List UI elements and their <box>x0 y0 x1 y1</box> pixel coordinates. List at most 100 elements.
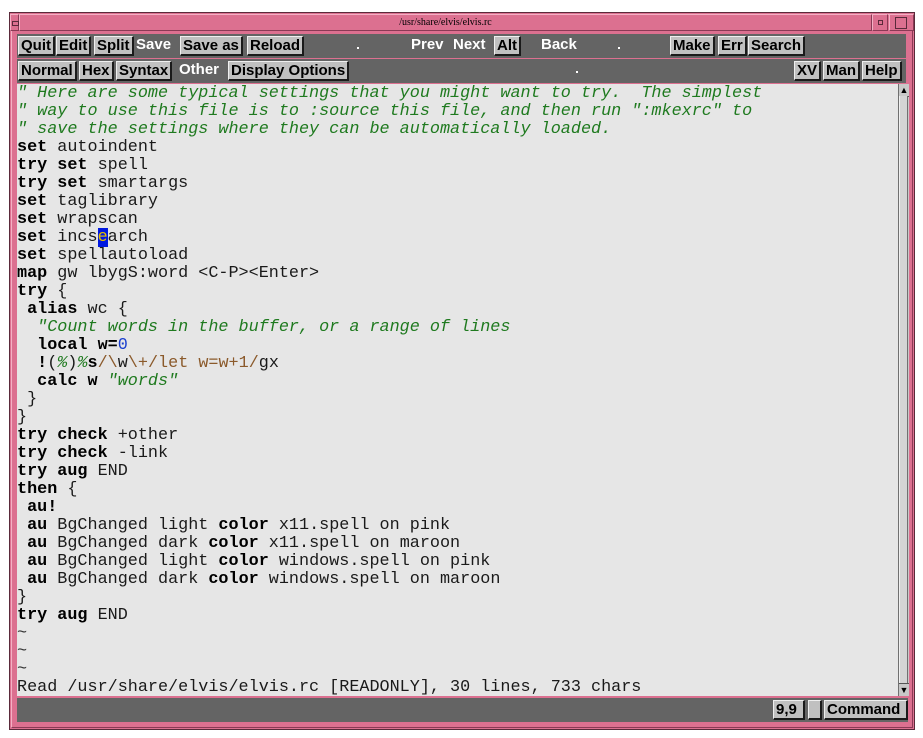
code-token: ) <box>67 354 78 373</box>
code-line: "Count words in the buffer, or a range o… <box>17 319 510 337</box>
split-button[interactable]: Split <box>94 36 134 56</box>
code-token: x11.spell on maroon <box>258 534 461 553</box>
code-token: BgChanged light <box>47 552 219 571</box>
code-line: local w=0 <box>17 337 128 355</box>
code-token: "words" <box>107 372 179 391</box>
code-line: set incsearch <box>17 228 148 247</box>
code-token: ~ <box>17 660 28 679</box>
code-line: set autoindent <box>17 139 158 157</box>
code-token: } <box>17 390 38 409</box>
help-button[interactable]: Help <box>862 61 902 81</box>
code-line: " Here are some typical settings that yo… <box>17 85 762 103</box>
code-line: au BgChanged dark color windows.spell on… <box>17 571 500 589</box>
xv-button[interactable]: XV <box>794 61 822 81</box>
code-token: % <box>77 354 88 373</box>
code-token: BgChanged light <box>47 516 219 535</box>
code-token: " way to use this file is to :source thi… <box>17 102 753 121</box>
code-line: } <box>17 409 27 427</box>
code-token: then <box>17 480 58 499</box>
code-line: try set smartargs <box>17 175 188 193</box>
code-token: \+/let w=w+1/ <box>127 354 259 373</box>
alt-button[interactable]: Alt <box>494 36 521 56</box>
code-token: wc { <box>77 300 128 319</box>
code-token: au <box>17 570 48 589</box>
code-token: color <box>208 570 259 589</box>
code-token: try check <box>17 426 108 445</box>
back-button[interactable]: Back <box>539 36 579 56</box>
reload-button[interactable]: Reload <box>247 36 305 56</box>
code-line: !(%)%s/\w\+/let w=w+1/gx <box>17 355 279 373</box>
code-line: calc w "words" <box>17 373 178 391</box>
edit-button[interactable]: Edit <box>56 36 92 56</box>
code-token: /\ <box>97 354 118 373</box>
code-line: } <box>17 391 37 409</box>
code-token: local w= <box>17 336 118 355</box>
code-token: windows.spell on maroon <box>258 570 501 589</box>
window-titlebar[interactable]: /usr/share/elvis/elvis.rc <box>19 14 872 31</box>
code-token: BgChanged dark <box>47 570 209 589</box>
code-token: map <box>17 264 48 283</box>
maximize-button[interactable] <box>889 14 914 31</box>
syntax-button[interactable]: Syntax <box>116 61 173 81</box>
display-options-button[interactable]: Display Options <box>228 61 350 81</box>
separator-dot <box>576 71 578 73</box>
code-token: ( <box>47 354 58 373</box>
code-line: try aug END <box>17 463 128 481</box>
code-token: calc w <box>17 372 108 391</box>
code-token: color <box>218 552 269 571</box>
code-token: +other <box>107 426 179 445</box>
save-as-button[interactable]: Save as <box>180 36 243 56</box>
code-token: arch <box>107 228 148 247</box>
normal-button[interactable]: Normal <box>18 61 77 81</box>
prev-button[interactable]: Prev <box>409 36 446 56</box>
window-menu-button[interactable] <box>10 14 19 31</box>
text-editor-area[interactable]: " Here are some typical settings that yo… <box>17 84 898 696</box>
err-button[interactable]: Err <box>718 36 747 56</box>
code-token: color <box>208 534 259 553</box>
vertical-scrollbar[interactable]: ▲ ▼ <box>898 84 909 696</box>
code-token: gx <box>258 354 279 373</box>
search-button[interactable]: Search <box>748 36 806 56</box>
scrollbar-thumb[interactable] <box>899 96 908 684</box>
code-line: } <box>17 589 27 607</box>
code-token: "Count words in the buffer, or a range o… <box>17 318 511 337</box>
mode-label: Command <box>824 700 908 720</box>
window-menu-icon <box>12 21 19 26</box>
quit-button[interactable]: Quit <box>18 36 55 56</box>
code-line: ~ <box>17 625 27 643</box>
code-token: } <box>17 588 28 607</box>
toolbar-main: Quit Edit Split Save Save as Reload Prev… <box>17 34 906 58</box>
code-token: set <box>17 228 48 247</box>
code-token: " Here are some typical settings that yo… <box>17 84 763 103</box>
man-button[interactable]: Man <box>823 61 860 81</box>
code-token: set <box>17 192 48 211</box>
code-line: try set spell <box>17 157 148 175</box>
code-line: " save the settings where they can be au… <box>17 121 611 139</box>
code-token: taglibrary <box>47 192 158 211</box>
minimize-button[interactable] <box>872 14 888 31</box>
code-token: set <box>17 210 48 229</box>
code-token: set <box>17 246 48 265</box>
code-token: try aug <box>17 462 88 481</box>
next-button[interactable]: Next <box>451 36 488 56</box>
code-token: END <box>87 606 128 625</box>
scroll-down-icon[interactable]: ▼ <box>899 683 909 696</box>
code-token: gw lbygS:word <C-P><Enter> <box>47 264 320 283</box>
code-line: ~ <box>17 661 27 679</box>
code-token: au <box>17 516 48 535</box>
make-button[interactable]: Make <box>670 36 715 56</box>
other-button[interactable]: Other <box>177 61 221 81</box>
code-token: ! <box>17 354 48 373</box>
code-token: % <box>57 354 68 373</box>
code-line: try check +other <box>17 427 178 445</box>
code-token: au <box>17 552 48 571</box>
maximize-icon <box>895 17 907 29</box>
code-token: color <box>218 516 269 535</box>
code-token: ~ <box>17 642 28 661</box>
code-token: incs <box>47 228 98 247</box>
code-line: set taglibrary <box>17 193 158 211</box>
code-line: map gw lbygS:word <C-P><Enter> <box>17 265 319 283</box>
code-token: au! <box>17 498 58 517</box>
hex-button[interactable]: Hex <box>79 61 114 81</box>
save-button[interactable]: Save <box>134 36 173 56</box>
